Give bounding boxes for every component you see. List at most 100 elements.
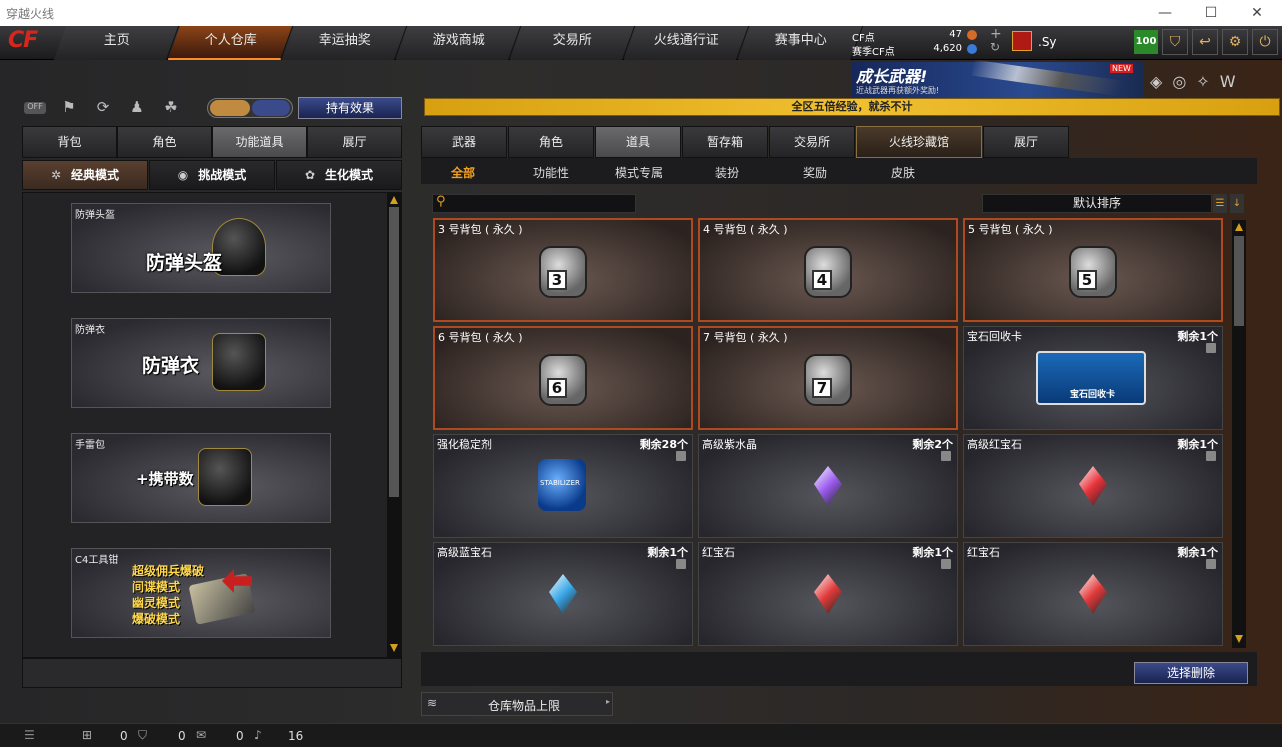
scroll-down-icon[interactable] <box>390 644 398 652</box>
left-scrollbar[interactable] <box>387 193 401 657</box>
nav-tab-1[interactable]: 个人仓库 <box>167 26 294 60</box>
scroll-thumb[interactable] <box>389 207 399 497</box>
shield-status-icon[interactable]: ⛉ <box>138 728 147 743</box>
inventory-item[interactable]: 强化稳定剂 剩余28个 STABILIZER <box>433 434 693 538</box>
trash-icon[interactable] <box>676 559 686 569</box>
wings-icon[interactable]: W <box>1220 72 1236 91</box>
blade-icon[interactable]: ✧ <box>1196 72 1209 91</box>
left-tab-2[interactable]: 功能道具 <box>212 126 307 158</box>
view-toggle[interactable] <box>207 98 293 118</box>
inventory-item[interactable]: 4 号背包 ( 永久 ) 4 <box>698 218 958 322</box>
inventory-item[interactable]: 3 号背包 ( 永久 ) 3 <box>433 218 693 322</box>
bag-number: 3 <box>547 270 567 290</box>
scroll-up-icon[interactable] <box>1235 223 1243 231</box>
subtab-4[interactable]: 奖励 <box>803 164 827 181</box>
quick-icon-1[interactable]: ⚑ <box>58 98 80 120</box>
volume-icon[interactable]: ♪ <box>254 728 262 742</box>
mode-tab-2[interactable]: ✿ 生化模式 <box>276 160 402 190</box>
scroll-thumb[interactable] <box>1234 236 1244 326</box>
equipment-card[interactable]: 防弹头盔 防弹头盔 <box>71 203 331 293</box>
trash-icon[interactable] <box>1206 559 1216 569</box>
scroll-up-icon[interactable] <box>390 196 398 204</box>
character-toggle-icon[interactable] <box>210 100 250 116</box>
delete-select-button[interactable]: 选择删除 <box>1134 662 1248 684</box>
nav-tab-3[interactable]: 游戏商城 <box>395 26 522 60</box>
inventory-item[interactable]: 5 号背包 ( 永久 ) 5 <box>963 218 1223 322</box>
menu-icon[interactable]: ☰ <box>24 728 35 742</box>
right-scrollbar[interactable] <box>1232 220 1246 648</box>
nav-tab-5[interactable]: 火线通行证 <box>623 26 750 60</box>
binoculars-icon[interactable]: ⊞ <box>82 728 92 742</box>
sort-dropdown[interactable]: 默认排序 <box>982 194 1212 213</box>
quick-icon-4[interactable]: ☘ <box>160 98 182 120</box>
subtab-3[interactable]: 装扮 <box>715 164 739 181</box>
right-tab-1[interactable]: 角色 <box>508 126 594 158</box>
promo-banner[interactable]: 成长武器! 近战武器再获额外奖励! NEW <box>852 59 1144 98</box>
quick-icon-2[interactable]: ⟳ <box>92 98 114 120</box>
inventory-item[interactable]: 红宝石 剩余1个 <box>963 542 1223 646</box>
inventory-item[interactable]: 6 号背包 ( 永久 ) 6 <box>433 326 693 430</box>
cf-coin-icon <box>967 30 977 40</box>
nav-tab-4[interactable]: 交易所 <box>509 26 636 60</box>
refresh-icon[interactable]: ↻ <box>990 40 1000 54</box>
trash-icon[interactable] <box>941 451 951 461</box>
subtab-1[interactable]: 功能性 <box>533 164 569 181</box>
inventory-item[interactable]: 高级红宝石 剩余1个 <box>963 434 1223 538</box>
left-tab-1[interactable]: 角色 <box>117 126 212 158</box>
subtab-0[interactable]: 全部 <box>451 164 475 181</box>
trash-icon[interactable] <box>941 559 951 569</box>
right-tab-2[interactable]: 道具 <box>595 126 681 158</box>
close-button[interactable]: ✕ <box>1234 2 1280 24</box>
nav-tab-0[interactable]: 主页 <box>53 26 180 60</box>
right-tab-4[interactable]: 交易所 <box>769 126 855 158</box>
maximize-button[interactable]: ☐ <box>1188 2 1234 24</box>
left-tab-0[interactable]: 背包 <box>22 126 117 158</box>
nav-tab-2[interactable]: 幸运抽奖 <box>281 26 408 60</box>
equipment-card[interactable]: C4工具钳 超级佣兵爆破 间谍模式 幽灵模式 爆破模式 <box>71 548 331 638</box>
equipment-card[interactable]: 手雷包 +携带数 <box>71 433 331 523</box>
season-points-value: 4,620 <box>933 43 962 54</box>
inventory-item[interactable]: 宝石回收卡 剩余1个 宝石回收卡 <box>963 326 1223 430</box>
expand-icon[interactable]: ▸ <box>606 697 610 706</box>
right-tab-5[interactable]: 火线珍藏馆 <box>856 126 982 158</box>
list-view-icon[interactable]: ☰ <box>1213 194 1227 213</box>
gear-icon[interactable]: ⚙ <box>1222 29 1248 55</box>
inventory-item[interactable]: 高级蓝宝石 剩余1个 <box>433 542 693 646</box>
trash-icon[interactable] <box>676 451 686 461</box>
c4-mode-list: 超级佣兵爆破 间谍模式 幽灵模式 爆破模式 <box>132 563 204 627</box>
nav-tab-6[interactable]: 赛事中心 <box>737 26 864 60</box>
left-tab-3[interactable]: 展厅 <box>307 126 402 158</box>
trash-icon[interactable] <box>1206 343 1216 353</box>
target-icon[interactable]: ◎ <box>1172 72 1186 91</box>
trash-icon[interactable] <box>1206 451 1216 461</box>
inventory-item[interactable]: 红宝石 剩余1个 <box>698 542 958 646</box>
quick-icon-0[interactable]: OFF <box>24 102 46 114</box>
minimize-button[interactable]: — <box>1142 2 1188 24</box>
subtab-5[interactable]: 皮肤 <box>891 164 915 181</box>
mode-tab-0[interactable]: ✲ 经典模式 <box>22 160 148 190</box>
right-tab-3[interactable]: 暂存箱 <box>682 126 768 158</box>
back-icon[interactable]: ↩ <box>1192 29 1218 55</box>
right-tab-0[interactable]: 武器 <box>421 126 507 158</box>
mode-tab-1[interactable]: ◉ 挑战模式 <box>149 160 275 190</box>
inventory-item[interactable]: 高级紫水晶 剩余2个 <box>698 434 958 538</box>
search-field[interactable]: ⚲ <box>432 194 636 213</box>
power-icon[interactable]: ⏻ <box>1252 29 1278 55</box>
subtab-2[interactable]: 模式专属 <box>615 164 663 181</box>
quick-icon-3[interactable]: ♟ <box>126 98 148 120</box>
capacity-bar[interactable]: ≋ 仓库物品上限 ▸ <box>421 692 613 716</box>
gem-icon <box>814 574 842 614</box>
right-tab-6[interactable]: 展厅 <box>983 126 1069 158</box>
title-bar: 穿越火线 — ☐ ✕ <box>0 0 1282 26</box>
nav-tab-label: 幸运抽奖 <box>318 33 371 48</box>
sort-direction-icon[interactable]: ↓ <box>1230 194 1244 213</box>
scroll-down-icon[interactable] <box>1235 635 1243 643</box>
shield-icon[interactable]: ⛉ <box>1162 29 1188 55</box>
emblem-icon[interactable]: ◈ <box>1150 72 1162 91</box>
search-input[interactable] <box>453 196 633 211</box>
chat-icon[interactable]: ✉ <box>196 728 206 742</box>
inventory-item[interactable]: 7 号背包 ( 永久 ) 7 <box>698 326 958 430</box>
equipment-card[interactable]: 防弹衣 防弹衣 <box>71 318 331 408</box>
effect-button[interactable]: 持有效果 <box>298 97 402 119</box>
shield-toggle-icon[interactable] <box>252 100 290 116</box>
